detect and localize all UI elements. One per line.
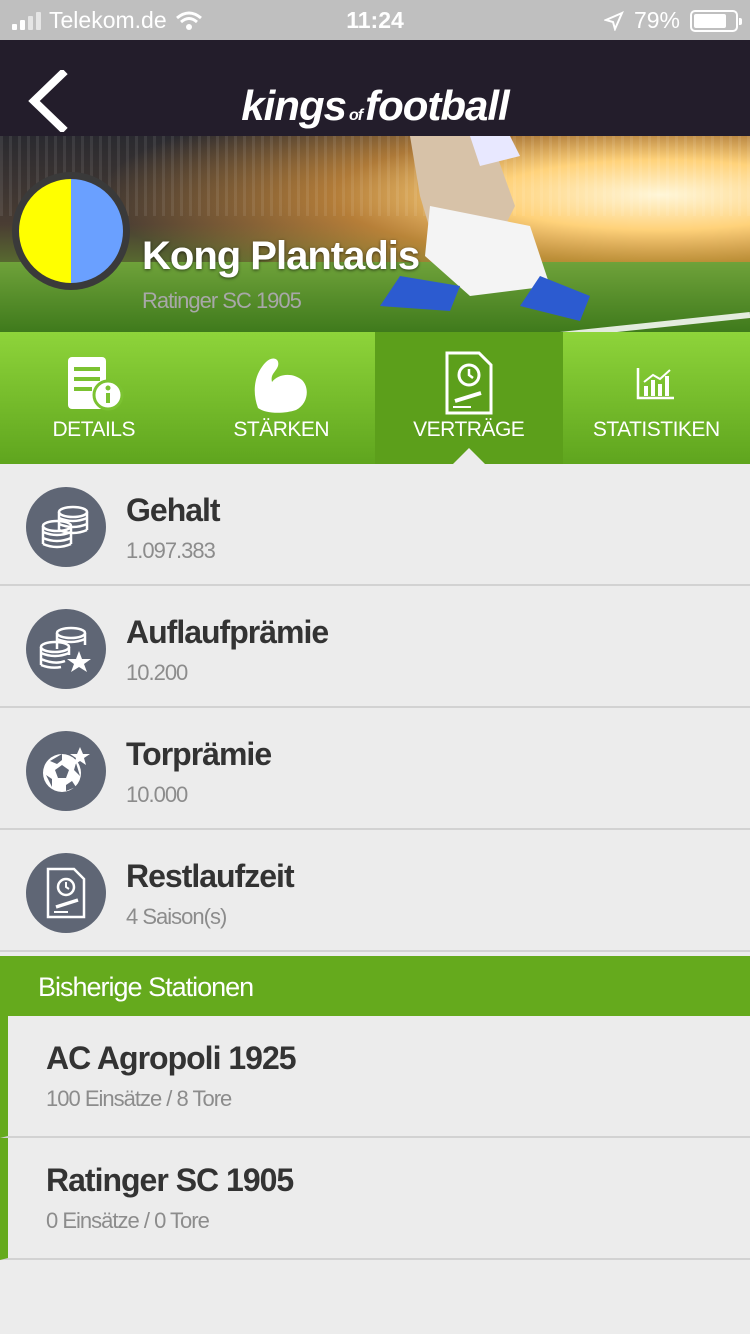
tab-label: STATISTIKEN — [592, 418, 720, 441]
list-item-goal-bonus[interactable]: Torprämie 10.000 — [0, 708, 750, 830]
stations-list: AC Agropoli 1925 100 Einsätze / 8 Tore R… — [0, 1016, 750, 1260]
item-value: 10.000 — [126, 782, 188, 807]
coins-star-icon — [39, 626, 91, 672]
player-club: Ratinger SC 1905 — [142, 288, 302, 313]
tab-statistics[interactable]: STATISTIKEN — [563, 332, 750, 464]
location-icon — [603, 10, 624, 31]
station-club: Ratinger SC 1905 — [46, 1162, 294, 1198]
contract-icon — [445, 351, 493, 415]
app-logo: kings offootball — [241, 82, 509, 129]
tab-strengths[interactable]: STÄRKEN — [188, 332, 376, 464]
item-title: Restlaufzeit — [126, 858, 295, 894]
station-stats: 0 Einsätze / 0 Tore — [46, 1208, 210, 1233]
item-value: 1.097.383 — [126, 538, 216, 563]
list-item-station[interactable]: AC Agropoli 1925 100 Einsätze / 8 Tore — [0, 1016, 750, 1138]
section-header-stations: Bisherige Stationen — [0, 956, 750, 1016]
list-item-remaining-term[interactable]: Restlaufzeit 4 Saison(s) — [0, 830, 750, 952]
strength-icon — [254, 358, 308, 413]
battery-icon — [690, 9, 742, 32]
item-title: Auflaufprämie — [126, 614, 329, 650]
item-title: Torprämie — [126, 736, 272, 772]
club-crest — [12, 172, 130, 290]
ball-star-icon — [43, 747, 90, 792]
item-value: 10.200 — [126, 660, 188, 685]
list-item-appearance-bonus[interactable]: Auflaufprämie 10.200 — [0, 586, 750, 708]
station-club: AC Agropoli 1925 — [46, 1040, 297, 1076]
battery-percent: 79% — [633, 7, 680, 33]
item-title: Gehalt — [126, 492, 221, 528]
player-name: Kong Plantadis — [142, 234, 420, 278]
tab-label: DETAILS — [52, 418, 136, 441]
tab-label: STÄRKEN — [233, 418, 330, 441]
station-stats: 100 Einsätze / 8 Tore — [46, 1086, 232, 1111]
tab-details[interactable]: DETAILS — [0, 332, 188, 464]
status-bar: Telekom.de 11:24 79% — [0, 0, 750, 40]
details-icon — [67, 357, 124, 411]
tab-label: VERTRÄGE — [413, 418, 525, 441]
tab-contracts[interactable]: VERTRÄGE — [375, 332, 563, 464]
stats-icon — [637, 368, 675, 400]
tab-bar: DETAILS STÄRKEN VERTRÄGE STATISTIKEN — [0, 332, 750, 464]
app-header: kings offootball — [0, 40, 750, 136]
player-hero: Kong Plantadis Ratinger SC 1905 — [0, 136, 750, 332]
list-item-salary[interactable]: Gehalt 1.097.383 — [0, 464, 750, 586]
contract-list: Gehalt 1.097.383 Auflaufprämie 10.200 To… — [0, 464, 750, 952]
contract-clock-icon — [46, 867, 86, 919]
list-item-station[interactable]: Ratinger SC 1905 0 Einsätze / 0 Tore — [0, 1138, 750, 1260]
coins-icon — [41, 505, 89, 549]
item-value: 4 Saison(s) — [126, 904, 227, 929]
